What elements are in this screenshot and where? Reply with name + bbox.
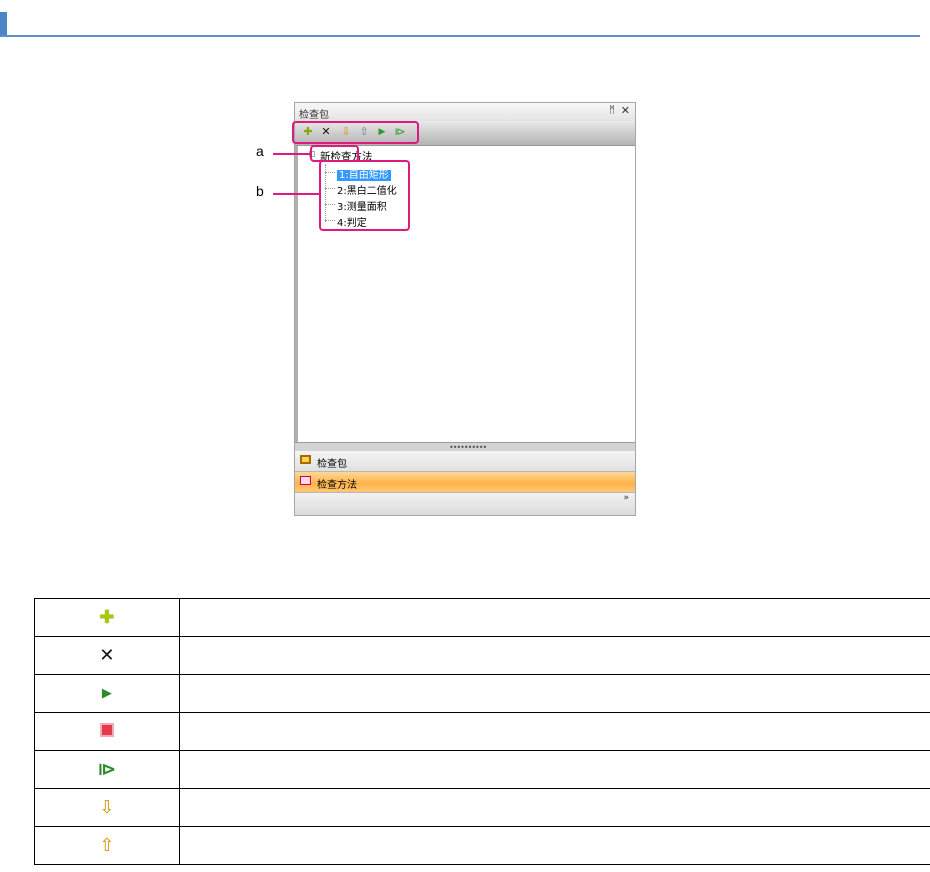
legend-icon-cell: ✕ (34, 636, 180, 675)
legend-icon-cell: ⇧ (34, 826, 180, 865)
legend-icon-cell: ⧐ (34, 750, 180, 789)
tab-label: 检查包 (317, 459, 347, 470)
tree-items-highlight (319, 160, 410, 231)
legend-icon-cell: ▶ (34, 674, 180, 713)
move-down-icon: ⇩ (99, 796, 115, 818)
legend-icon-cell (34, 712, 180, 751)
table-row (34, 712, 930, 751)
table-row: ⧐ (34, 750, 930, 789)
method-icon (300, 476, 311, 485)
legend-description (178, 636, 930, 675)
close-icon[interactable]: ✕ (621, 104, 630, 117)
panel-tab-overflow: » (295, 493, 635, 515)
legend-icon-cell: ⇩ (34, 788, 180, 827)
pin-icon[interactable]: ᛗ (609, 105, 615, 116)
run-icon: ▶ (101, 685, 112, 701)
move-up-icon: ⇧ (99, 834, 115, 856)
table-row: ⇧ (34, 826, 930, 865)
tab-label: 检查方法 (317, 480, 357, 491)
panel-title: 检查包 (299, 110, 329, 121)
callout-line-a (273, 153, 311, 155)
toolbar-highlight (292, 121, 419, 144)
icon-legend-table: ✚ ✕ ▶ ⧐ ⇩ ⇧ (34, 598, 930, 865)
tab-inspection-package[interactable]: 检查包 (295, 451, 635, 472)
legend-description (178, 674, 930, 713)
panel-title-bar: 检查包 ᛗ ✕ (295, 103, 635, 122)
chevron-more-icon[interactable]: » (623, 494, 629, 503)
legend-icon-cell: ✚ (34, 598, 180, 637)
table-row: ✕ (34, 636, 930, 675)
callout-label-a: a (256, 143, 264, 159)
table-row: ⇩ (34, 788, 930, 827)
legend-description (178, 598, 930, 637)
legend-description (178, 826, 930, 865)
legend-description (178, 712, 930, 751)
section-header-marker (0, 12, 7, 35)
tab-inspection-method[interactable]: 检查方法 (295, 472, 635, 493)
callout-label-b: b (256, 183, 264, 199)
legend-description (178, 750, 930, 789)
section-header-rule (0, 35, 920, 37)
callout-line-b (273, 193, 320, 195)
legend-description (178, 788, 930, 827)
table-row: ✚ (34, 598, 930, 637)
package-icon (300, 455, 311, 464)
add-icon: ✚ (99, 606, 115, 628)
stop-icon (99, 723, 114, 737)
run-all-icon: ⧐ (97, 758, 117, 780)
table-row: ▶ (34, 674, 930, 713)
delete-icon: ✕ (99, 644, 115, 666)
